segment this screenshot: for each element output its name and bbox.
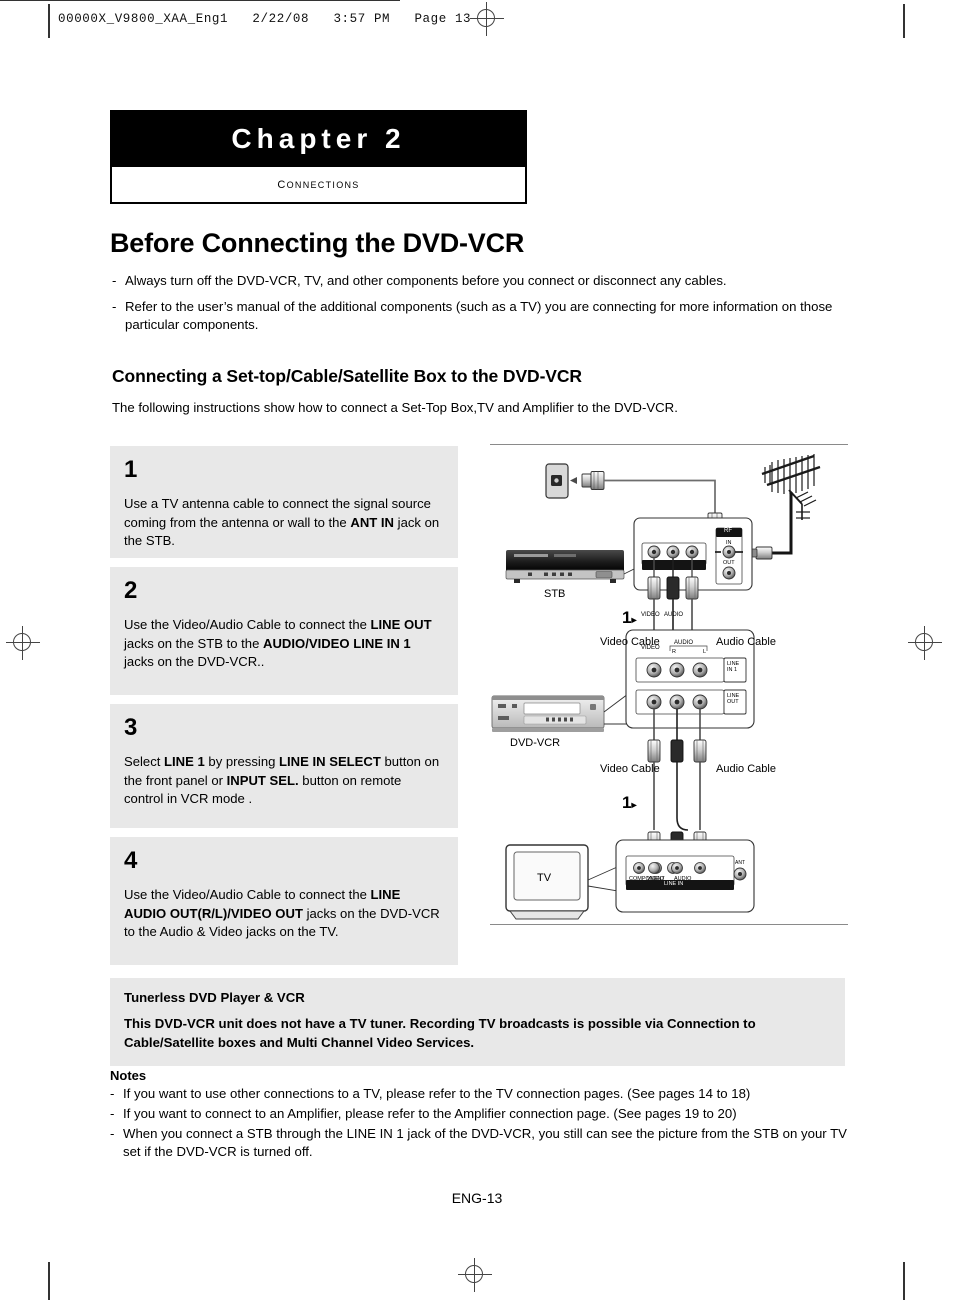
note-item: - If you want to connect to an Amplifier…: [110, 1105, 850, 1123]
dvd-vcr-device-icon: [491, 695, 605, 732]
intro-bullet-text: Refer to the user’s manual of the additi…: [125, 298, 833, 332]
vcr-panel-label-audio-r: R: [672, 649, 676, 655]
tv-panel-label-video: VIDEO: [647, 876, 665, 882]
step-text: Select LINE 1 by pressing LINE IN SELECT…: [124, 754, 440, 807]
stb-device-icon: [505, 550, 625, 583]
step-text: Use the Video/Audio Cable to connect the…: [124, 617, 432, 670]
diagram-artwork: [491, 454, 821, 920]
page-footer: ENG-13: [451, 1190, 503, 1206]
intro-bullet-text: Always turn off the DVD-VCR, TV, and oth…: [125, 273, 727, 288]
callout-title: Tunerless DVD Player & VCR: [124, 990, 305, 1005]
notes-section: Notes - If you want to use other connect…: [110, 1068, 850, 1163]
step-number: 2: [124, 577, 138, 604]
crop-edge-top-left: [48, 4, 50, 38]
registration-mark-right: [908, 626, 942, 660]
chapter-banner: Chapter 2 Connections: [110, 110, 527, 204]
step-card: 3 Select LINE 1 by pressing LINE IN SELE…: [110, 704, 458, 828]
stb-device-label: STB: [544, 588, 566, 600]
stb-panel-label-rf: RF: [724, 528, 732, 534]
page-title: Before Connecting the DVD-VCR: [110, 228, 525, 258]
callout-body: This DVD-VCR unit does not have a TV tun…: [124, 1016, 756, 1051]
bullet-dash: -: [112, 273, 117, 288]
cable-label-audio-top: Audio Cable: [716, 636, 776, 648]
crop-edge-bottom-right: [903, 1262, 905, 1300]
stb-panel-label-audio: AUDIO: [664, 612, 684, 618]
bullet-dash: -: [112, 298, 117, 314]
step-number: 1: [124, 456, 138, 483]
diagram-step-marker-lower: 1▸: [622, 793, 637, 812]
note-text: If you want to connect to an Amplifier, …: [123, 1105, 737, 1121]
note-text: When you connect a STB through the LINE …: [123, 1125, 847, 1159]
intro-bullet-list: - Always turn off the DVD-VCR, TV, and o…: [112, 272, 852, 341]
note-dash: -: [110, 1125, 115, 1141]
vcr-panel-label-audio: AUDIO: [674, 640, 694, 646]
crop-edge-top-right: [903, 4, 905, 38]
intro-bullet: - Always turn off the DVD-VCR, TV, and o…: [112, 272, 852, 290]
vcr-panel-label-line-out: LINE OUT: [727, 693, 740, 705]
wall-antenna-jack-icon: [545, 463, 569, 499]
crop-edge-bottom-left: [48, 1262, 50, 1300]
step-card-list: 1 Use a TV antenna cable to connect the …: [110, 446, 458, 974]
registration-mark-left: [6, 626, 40, 660]
tv-panel-label-ant: ANT: [735, 860, 745, 866]
cable-label-audio-bottom: Audio Cable: [716, 763, 776, 775]
cable-label-video-top: Video Cable: [600, 636, 660, 648]
stb-panel-label-rf-in: IN: [726, 540, 732, 546]
vcr-panel-label-audio-l: L: [703, 649, 707, 655]
step-card: 1 Use a TV antenna cable to connect the …: [110, 446, 458, 558]
notes-title: Notes: [110, 1068, 147, 1083]
section-heading: Connecting a Set-top/Cable/Satellite Box…: [112, 366, 582, 386]
diagram-step-marker-upper: 1▸: [622, 608, 637, 627]
crop-edge-top-rule: [0, 0, 400, 1]
note-text: If you want to use other connections to …: [123, 1086, 751, 1101]
registration-mark-top: [470, 2, 504, 36]
tv-panel-label-line-in: LINE IN: [664, 881, 684, 887]
tunerless-callout: Tunerless DVD Player & VCR This DVD-VCR …: [110, 978, 845, 1067]
tv-device-label: TV: [537, 872, 552, 884]
note-dash: -: [110, 1105, 115, 1121]
connection-diagram: VIDEO AUDIO LINE OUT RF IN OUT STB VIDEO…: [484, 440, 854, 930]
dvd-vcr-device-label: DVD-VCR: [510, 737, 561, 749]
stb-panel-label-video: VIDEO: [641, 612, 660, 618]
chapter-subtitle: Connections: [112, 167, 525, 202]
step-card: 4 Use the Video/Audio Cable to connect t…: [110, 837, 458, 965]
step-number: 4: [124, 847, 138, 874]
stb-panel-label-rf-out: OUT: [723, 560, 735, 566]
note-item: - If you want to use other connections t…: [110, 1085, 850, 1103]
note-dash: -: [110, 1086, 115, 1101]
note-item: - When you connect a STB through the LIN…: [110, 1125, 850, 1161]
chapter-title: Chapter 2: [112, 112, 525, 167]
vcr-panel-label-line-in-1: LINE IN 1: [727, 661, 740, 673]
registration-mark-bottom: [458, 1258, 492, 1292]
print-header-text: 00000X_V9800_XAA_Eng1 2/22/08 3:57 PM Pa…: [58, 12, 472, 26]
intro-bullet: - Refer to the user’s manual of the addi…: [112, 298, 852, 334]
coax-connector-wall-icon: [570, 471, 605, 490]
step-card: 2 Use the Video/Audio Cable to connect t…: [110, 567, 458, 695]
step-text: Use a TV antenna cable to connect the si…: [124, 496, 440, 549]
cable-label-video-bottom: Video Cable: [600, 763, 660, 775]
section-description: The following instructions show how to c…: [112, 400, 678, 415]
step-number: 3: [124, 714, 138, 741]
print-job-header: 00000X_V9800_XAA_Eng1 2/22/08 3:57 PM Pa…: [48, 8, 518, 36]
step-text: Use the Video/Audio Cable to connect the…: [124, 887, 440, 940]
